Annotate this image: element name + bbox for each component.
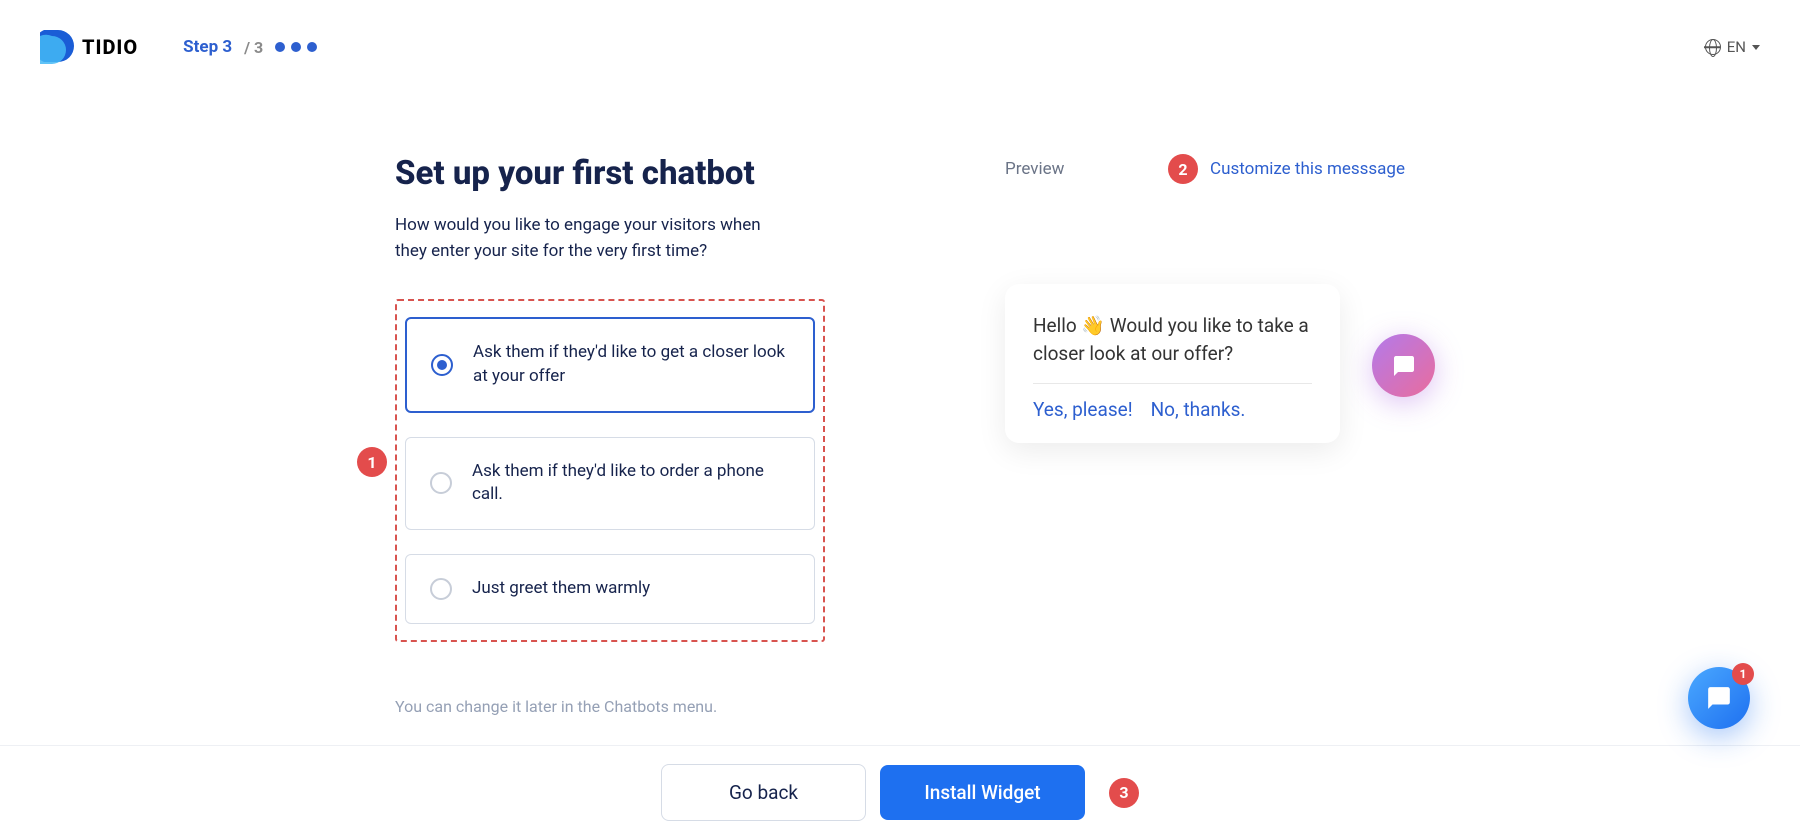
annotation-2: 2 [1168, 154, 1198, 184]
option-label: Ask them if they'd like to order a phone… [472, 460, 790, 508]
option-label: Ask them if they'd like to get a closer … [473, 341, 789, 389]
logo-text: TIDIO [82, 35, 138, 59]
annotation-3: 3 [1109, 778, 1139, 808]
dot-3 [307, 42, 317, 52]
preview-label: Preview [1005, 159, 1064, 179]
notification-badge: 1 [1732, 663, 1754, 685]
options-highlight-box: Ask them if they'd like to get a closer … [395, 299, 825, 642]
chat-widget-launcher[interactable] [1372, 334, 1435, 397]
helper-text: You can change it later in the Chatbots … [395, 697, 825, 716]
annotation-1: 1 [357, 447, 387, 477]
chat-preview-bubble: Hello 👋 Would you like to take a closer … [1005, 284, 1340, 443]
right-column: Preview 2 Customize this messsage Hello … [1005, 154, 1405, 716]
tidio-logo-icon [40, 30, 76, 64]
footer: Go back Install Widget 3 [0, 745, 1800, 839]
bubble-no-button[interactable]: No, thanks. [1151, 398, 1246, 421]
customize-wrap: 2 Customize this messsage [1168, 154, 1405, 184]
left-column: Set up your first chatbot How would you … [395, 154, 825, 716]
options-wrapper: 1 Ask them if they'd like to get a close… [395, 299, 825, 642]
radio-icon [431, 354, 453, 376]
step-current: Step 3 [183, 37, 232, 57]
radio-icon [430, 578, 452, 600]
main-content: Set up your first chatbot How would you … [0, 94, 1800, 716]
logo: TIDIO [40, 30, 138, 64]
step-total: / 3 [244, 38, 263, 57]
option-label: Just greet them warmly [472, 577, 650, 601]
dot-1 [275, 42, 285, 52]
bubble-message: Hello 👋 Would you like to take a closer … [1033, 312, 1312, 384]
bubble-yes-button[interactable]: Yes, please! [1033, 398, 1133, 421]
language-code: EN [1727, 38, 1746, 56]
page-title: Set up your first chatbot [395, 154, 825, 193]
install-widget-button[interactable]: Install Widget [880, 765, 1085, 820]
customize-link[interactable]: Customize this messsage [1210, 159, 1405, 179]
bubble-actions: Yes, please! No, thanks. [1033, 398, 1312, 421]
preview-area: Hello 👋 Would you like to take a closer … [1005, 284, 1405, 443]
chat-icon [1392, 354, 1416, 378]
floating-chat-button[interactable]: 1 [1688, 667, 1750, 729]
dot-2 [291, 42, 301, 52]
header: TIDIO Step 3 / 3 EN [0, 0, 1800, 94]
page-subtitle: How would you like to engage your visito… [395, 213, 795, 264]
go-back-button[interactable]: Go back [661, 764, 866, 821]
globe-icon [1705, 39, 1721, 55]
radio-icon [430, 472, 452, 494]
language-selector[interactable]: EN [1705, 38, 1760, 56]
step-indicator: Step 3 / 3 [183, 37, 317, 57]
preview-header: Preview 2 Customize this messsage [1005, 154, 1405, 184]
option-phone-call[interactable]: Ask them if they'd like to order a phone… [405, 437, 815, 531]
progress-dots [275, 42, 317, 52]
option-offer-look[interactable]: Ask them if they'd like to get a closer … [405, 317, 815, 413]
header-left: TIDIO Step 3 / 3 [40, 30, 317, 64]
option-greet-warmly[interactable]: Just greet them warmly [405, 554, 815, 624]
chevron-down-icon [1752, 45, 1760, 50]
chat-icon [1706, 685, 1732, 711]
